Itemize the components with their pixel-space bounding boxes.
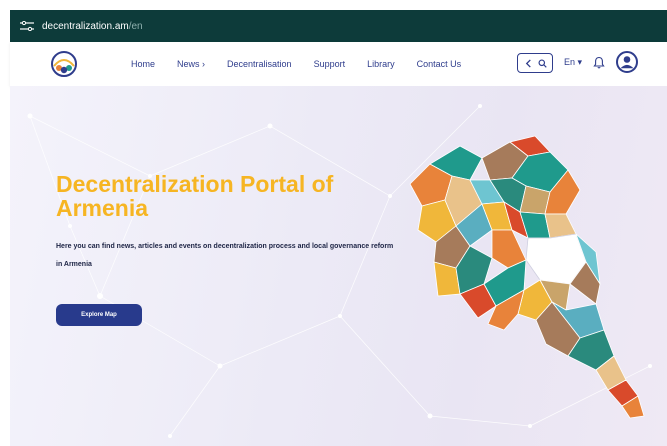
hero-section: Decentralization Portal of Armenia Here … bbox=[10, 86, 667, 446]
search-icon[interactable] bbox=[537, 58, 547, 68]
bell-icon[interactable] bbox=[593, 56, 605, 69]
site-settings-icon[interactable] bbox=[20, 21, 34, 31]
browser-address-bar[interactable]: decentralization.am /en bbox=[10, 10, 667, 42]
chevron-left-icon[interactable] bbox=[524, 58, 533, 68]
language-selector[interactable]: En ▾ bbox=[564, 57, 582, 68]
nav-library[interactable]: Library bbox=[367, 59, 395, 69]
hero-description: Here you can find news, articles and eve… bbox=[56, 243, 394, 268]
nav-home[interactable]: Home bbox=[131, 59, 155, 69]
explore-map-button[interactable]: Explore Map bbox=[56, 304, 142, 326]
nav-news[interactable]: News › bbox=[177, 59, 205, 69]
search-box[interactable] bbox=[517, 53, 553, 73]
site-logo-icon[interactable] bbox=[50, 50, 78, 78]
site-navbar: Home News › Decentralisation Support Lib… bbox=[10, 42, 667, 86]
hero-title: Decentralization Portal of Armenia bbox=[56, 171, 334, 221]
url-path: /en bbox=[128, 20, 143, 32]
nav-contact-us[interactable]: Contact Us bbox=[417, 59, 462, 69]
nav-support[interactable]: Support bbox=[314, 59, 346, 69]
url-domain: decentralization.am bbox=[42, 20, 129, 32]
armenia-regions-map[interactable] bbox=[400, 134, 660, 419]
user-avatar-icon[interactable] bbox=[616, 51, 638, 73]
nav-links: Home News › Decentralisation Support Lib… bbox=[131, 42, 483, 86]
nav-decentralisation[interactable]: Decentralisation bbox=[227, 59, 292, 69]
